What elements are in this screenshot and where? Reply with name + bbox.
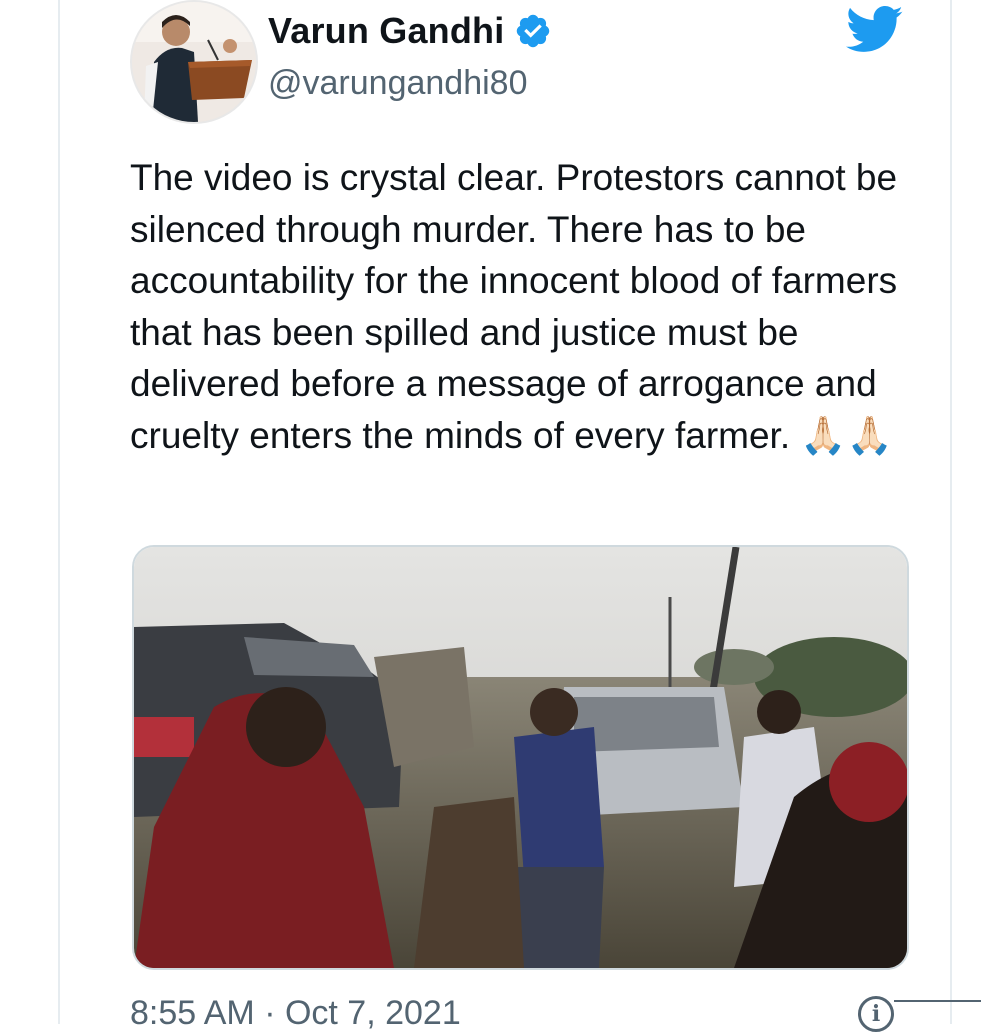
video-frame-image [134, 547, 907, 968]
avatar[interactable] [130, 0, 258, 124]
author-handle[interactable]: @varungandhi80 [268, 64, 527, 103]
author-name-row[interactable]: Varun Gandhi [268, 10, 552, 52]
avatar-image [132, 2, 256, 122]
twitter-bird-icon[interactable] [845, 6, 904, 54]
tweet-video-thumbnail[interactable] [132, 545, 909, 970]
tweet-timestamp[interactable]: 8:55 AM · Oct 7, 2021 [130, 994, 461, 1033]
verified-badge-icon [514, 12, 552, 50]
info-icon[interactable]: i [858, 996, 894, 1032]
tweet-text: The video is crystal clear. Protestors c… [130, 157, 898, 456]
divider [894, 1000, 981, 1002]
author-name[interactable]: Varun Gandhi [268, 10, 504, 52]
